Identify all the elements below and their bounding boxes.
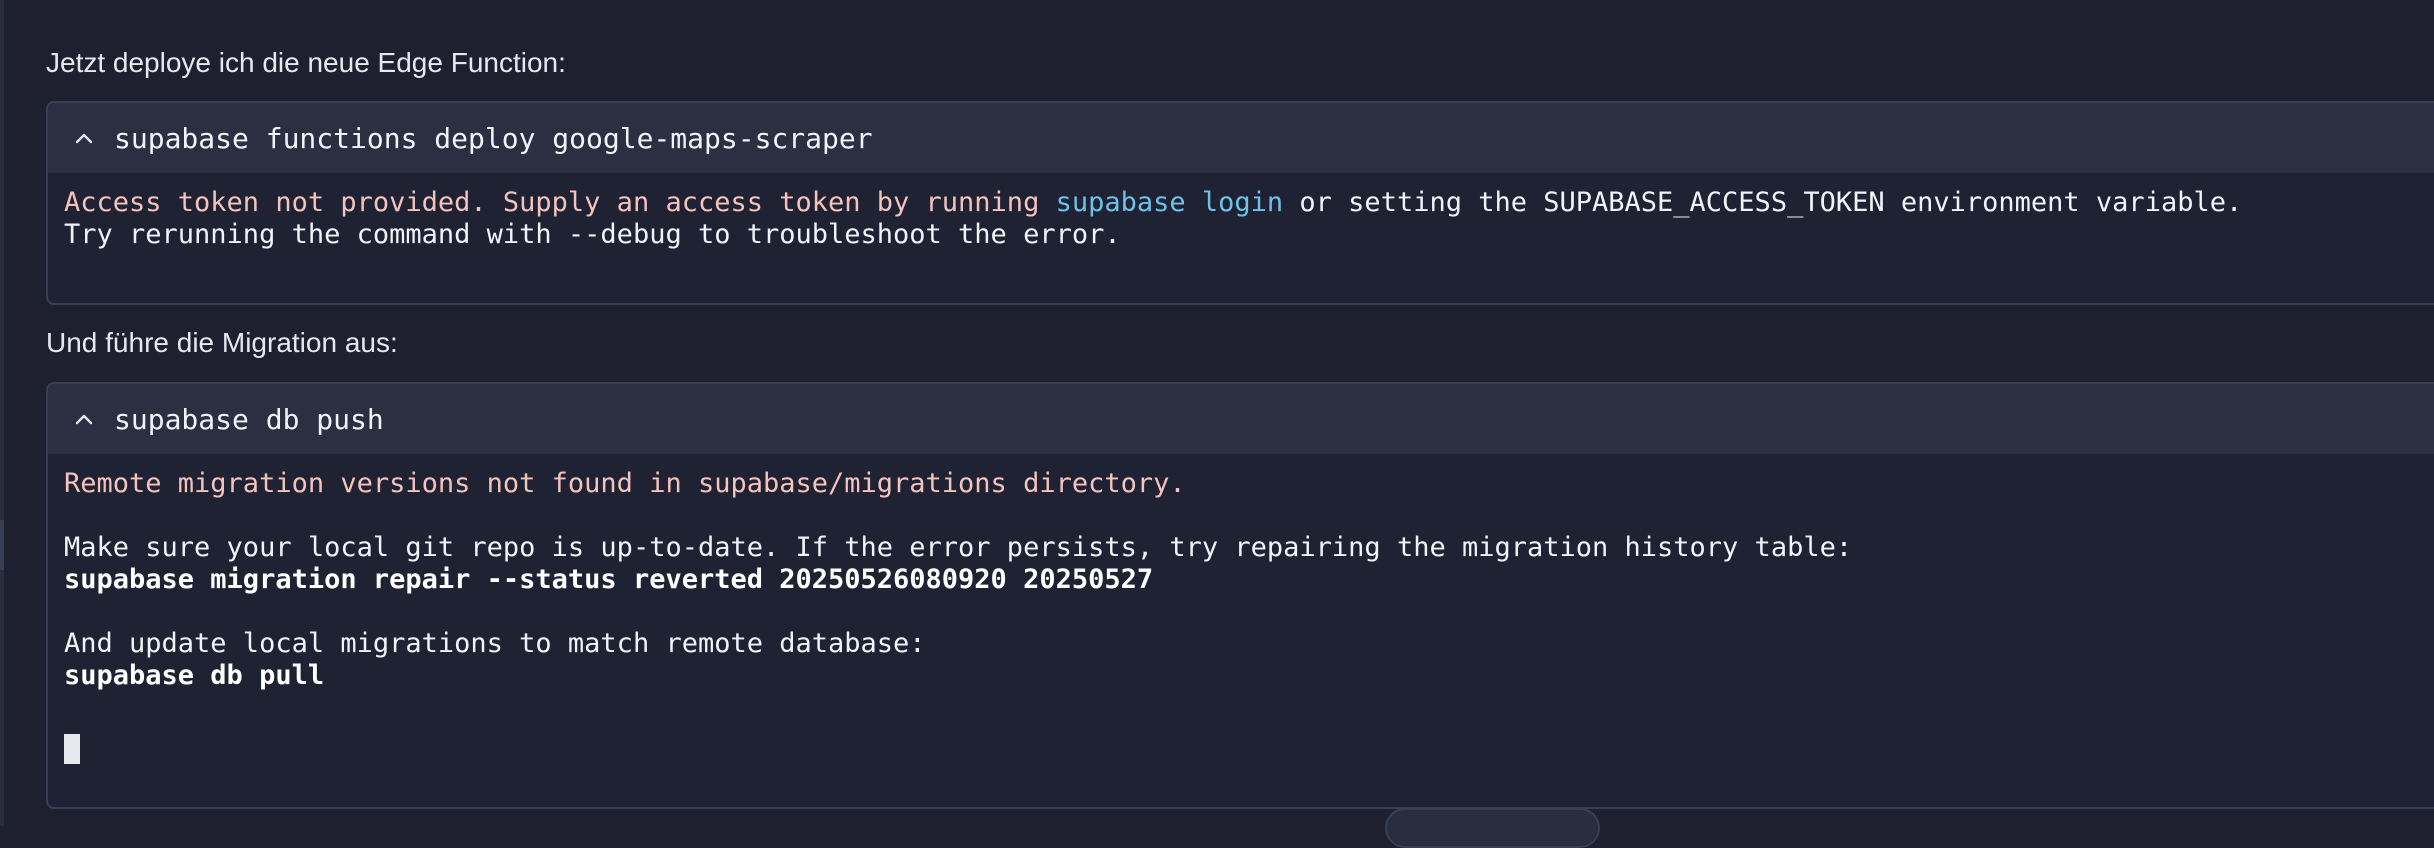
output-link[interactable]: supabase login [1056,187,1284,218]
terminal-header[interactable]: supabase db push [48,384,2434,454]
chevron-up-icon[interactable] [72,407,96,431]
output-error-text: Access token not provided. Supply an acc… [64,187,1056,218]
deploy-narration: Jetzt deploye ich die neue Edge Function… [46,47,566,78]
output-command: supabase db pull [64,660,325,691]
terminal-block-db-push: supabase db push Remote migration versio… [46,382,2434,809]
migration-narration: Und führe die Migration aus: [46,327,398,358]
output-text: or setting the SUPABASE_ACCESS_TOKEN env… [1283,187,2243,218]
terminal-block-deploy: supabase functions deploy google-maps-sc… [46,101,2434,305]
terminal-command: supabase functions deploy google-maps-sc… [114,121,873,155]
output-line: And update local migrations to match rem… [64,628,926,659]
terminal-cursor [64,734,80,764]
output-line: Make sure your local git repo is up-to-d… [64,532,1853,563]
scroll-to-bottom-button[interactable] [1385,808,1600,848]
terminal-header[interactable]: supabase functions deploy google-maps-sc… [48,103,2434,173]
terminal-output: Remote migration versions not found in s… [48,454,2434,772]
output-error-text: Remote migration versions not found in s… [64,468,1186,499]
chevron-up-icon[interactable] [72,126,96,150]
output-line: Try rerunning the command with --debug t… [64,219,1121,250]
left-rail-marker [0,520,4,570]
output-command: supabase migration repair --status rever… [64,564,1154,595]
terminal-command: supabase db push [114,402,384,436]
terminal-output: Access token not provided. Supply an acc… [48,173,2434,251]
left-rail [0,0,4,826]
